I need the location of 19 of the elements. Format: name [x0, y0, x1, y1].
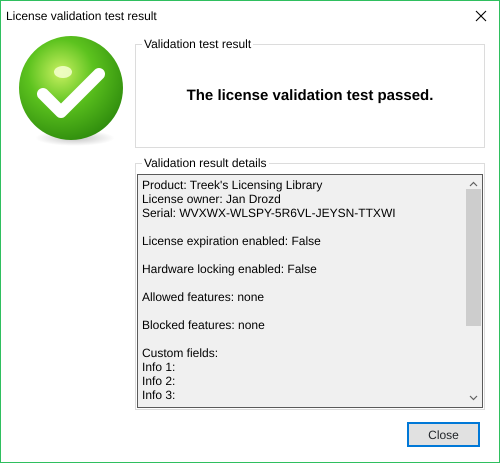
window-title: License validation test result	[6, 8, 157, 24]
scrollbar-thumb[interactable]	[466, 189, 481, 326]
detail-line: Info 2:	[142, 374, 176, 388]
detail-line: Custom fields:	[142, 346, 220, 360]
detail-line: Hardware locking enabled: False	[142, 262, 318, 276]
scroll-down-icon[interactable]	[469, 395, 478, 401]
group-label: Validation result details	[142, 156, 269, 170]
scroll-up-icon[interactable]	[469, 181, 478, 187]
group-label: Validation test result	[142, 37, 254, 51]
detail-line: Info 1:	[142, 360, 176, 374]
detail-line: Product: Treek's Licensing Library	[142, 178, 324, 192]
detail-line: Allowed features: none	[142, 290, 266, 304]
result-message: The license validation test passed.	[186, 86, 434, 106]
detail-line: Serial: WVXWX-WLSPY-5R6VL-JEYSN-TTXWI	[142, 206, 397, 220]
close-button[interactable]: Close	[407, 422, 480, 447]
detail-line: Info 3:	[142, 388, 176, 402]
detail-line: Blocked features: none	[142, 318, 266, 332]
detail-line: License expiration enabled: False	[142, 234, 322, 248]
detail-line: License owner: Jan Drozd	[142, 192, 282, 206]
